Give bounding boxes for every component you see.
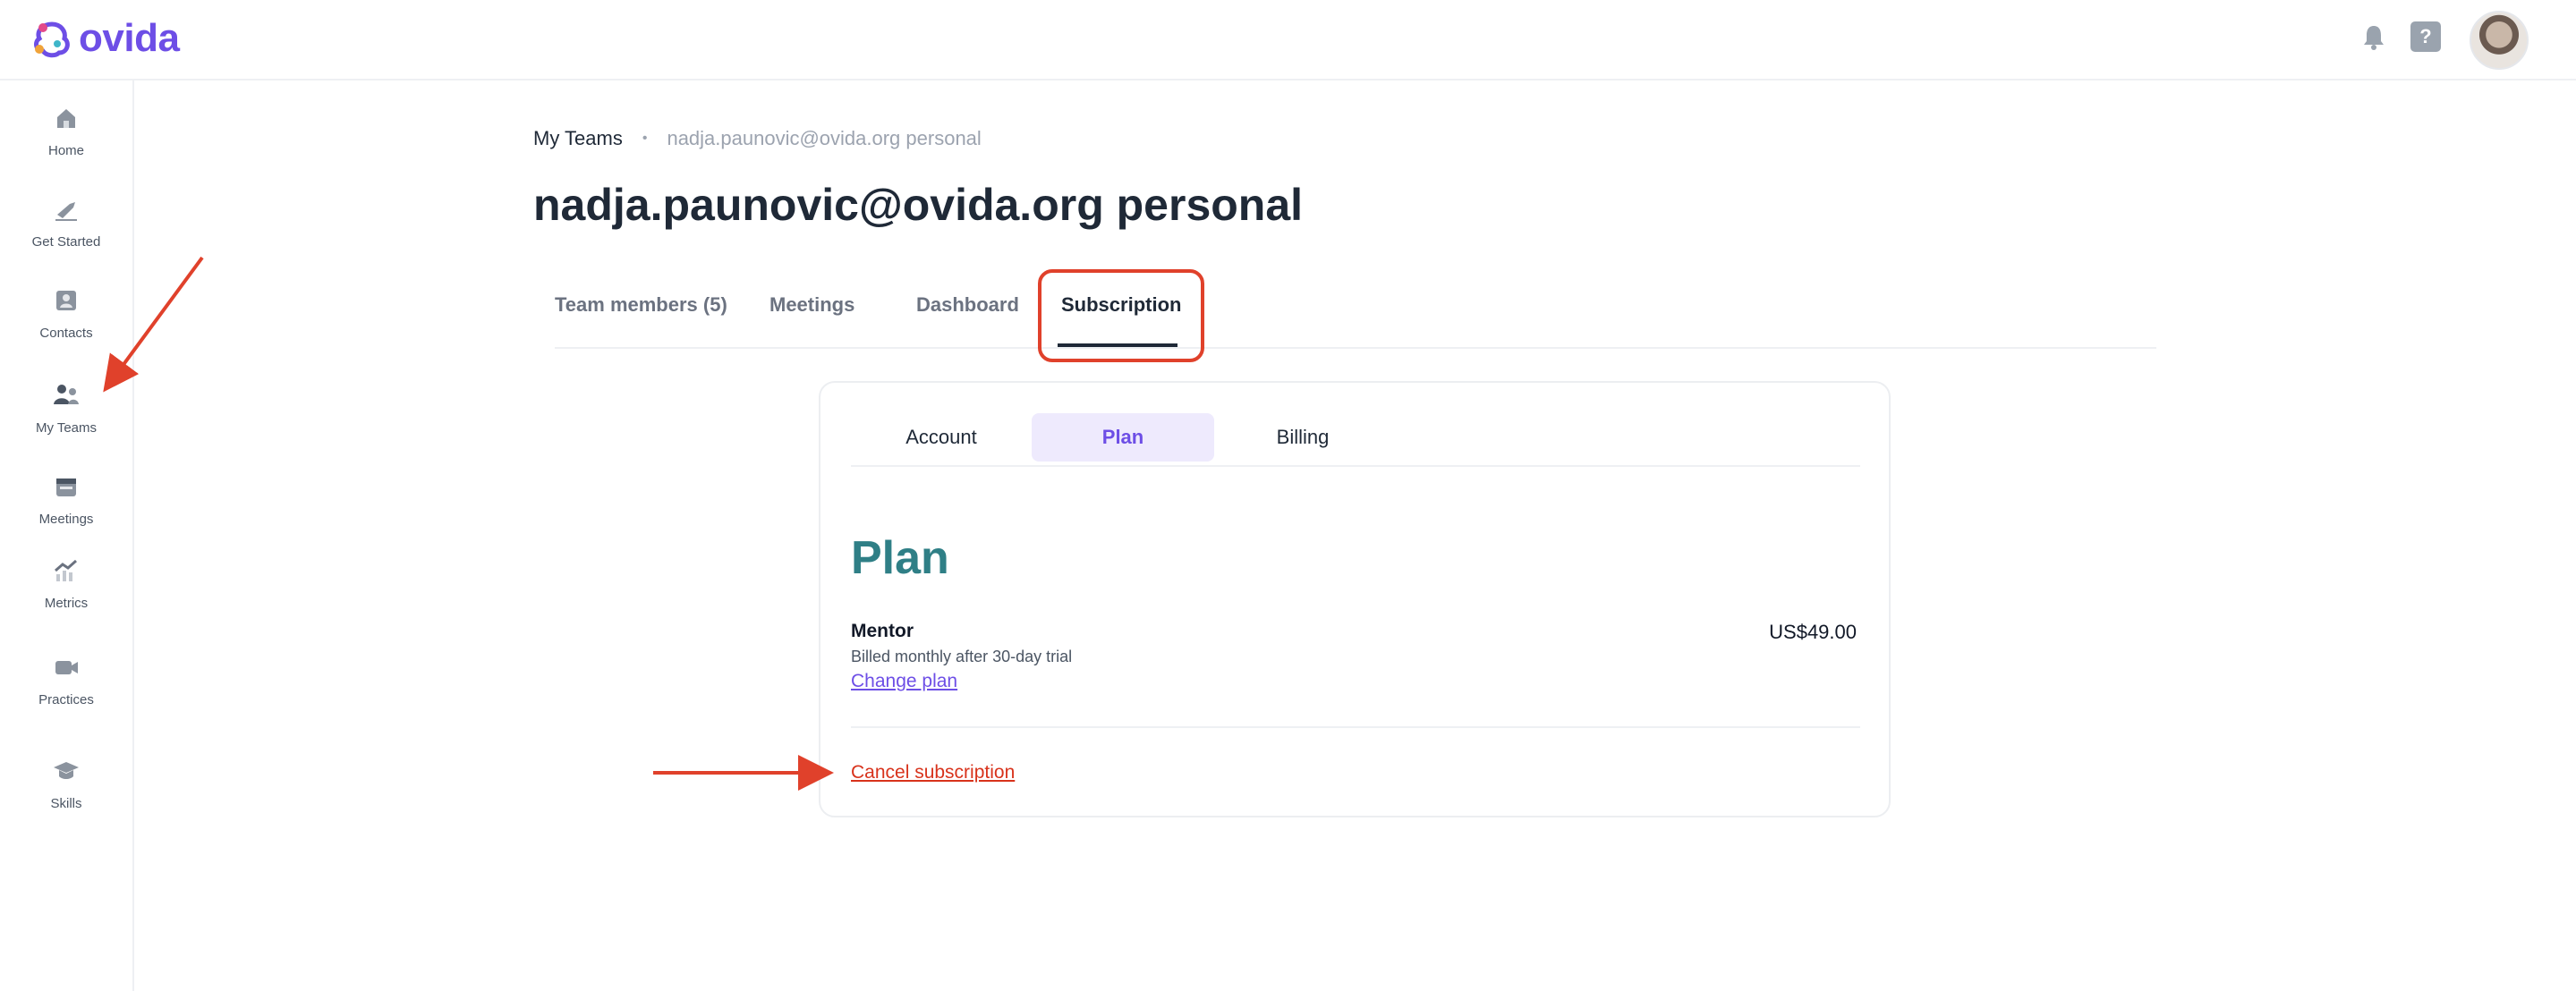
breadcrumb-separator: • — [642, 131, 648, 146]
cancel-subscription-link[interactable]: Cancel subscription — [851, 762, 1015, 783]
breadcrumb-current: nadja.paunovic@ovida.org personal — [667, 127, 982, 149]
chart-icon — [55, 559, 77, 581]
help-icon[interactable]: ? — [2410, 21, 2441, 52]
plan-price: US$49.00 — [1769, 621, 1857, 643]
subtab-billing[interactable]: Billing — [1245, 413, 1361, 462]
change-plan-link[interactable]: Change plan — [851, 671, 957, 692]
tab-meetings[interactable]: Meetings — [769, 293, 854, 317]
tab-subscription[interactable]: Subscription — [1061, 293, 1181, 317]
team-icon — [54, 385, 79, 404]
subtab-plan[interactable]: Plan — [1032, 413, 1214, 462]
breadcrumb-my-teams[interactable]: My Teams — [533, 127, 623, 150]
team-tabs: Team members (5) Meetings Dashboard Subs… — [555, 268, 2156, 349]
tab-dashboard[interactable]: Dashboard — [916, 293, 1019, 317]
sidebar-item-practices[interactable]: Practices — [0, 653, 132, 707]
rocket-icon — [55, 202, 77, 221]
sidebar-item-my-teams[interactable]: My Teams — [0, 381, 132, 436]
page-title: nadja.paunovic@ovida.org personal — [533, 180, 1304, 230]
sidebar-item-get-started[interactable]: Get Started — [0, 195, 132, 250]
sidebar-item-meetings[interactable]: Meetings — [0, 472, 132, 527]
active-tab-indicator — [1058, 343, 1177, 347]
ovida-logo-icon — [34, 21, 70, 58]
breadcrumb: My Teams • nadja.paunovic@ovida.org pers… — [533, 127, 982, 150]
plan-billing-info: Billed monthly after 30-day trial — [851, 648, 1073, 665]
brand-name: ovida — [79, 16, 180, 60]
video-camera-icon — [55, 661, 78, 674]
user-avatar[interactable] — [2470, 11, 2529, 70]
subscription-card: Account Plan Billing Plan Mentor Billed … — [819, 381, 1891, 817]
home-icon — [57, 109, 75, 128]
subscription-subtabs: Account Plan Billing — [851, 413, 1860, 467]
sidebar: Home Get Started Contacts My Teams Meeti… — [0, 80, 134, 991]
sidebar-item-home[interactable]: Home — [0, 104, 132, 158]
plan-heading: Plan — [851, 532, 949, 584]
tab-team-members[interactable]: Team members (5) — [555, 293, 727, 317]
sidebar-item-metrics[interactable]: Metrics — [0, 556, 132, 611]
sidebar-item-contacts[interactable]: Contacts — [0, 286, 132, 341]
calendar-icon — [56, 479, 76, 496]
top-bar: ovida ? — [0, 0, 2576, 80]
sidebar-item-skills[interactable]: Skills — [0, 757, 132, 811]
subtab-account[interactable]: Account — [883, 413, 999, 462]
plan-name: Mentor — [851, 621, 914, 641]
bell-icon[interactable] — [2359, 21, 2389, 52]
contact-card-icon — [56, 291, 76, 310]
ovida-logo[interactable]: ovida — [30, 14, 180, 63]
divider — [851, 726, 1860, 728]
graduation-cap-icon — [54, 762, 79, 779]
